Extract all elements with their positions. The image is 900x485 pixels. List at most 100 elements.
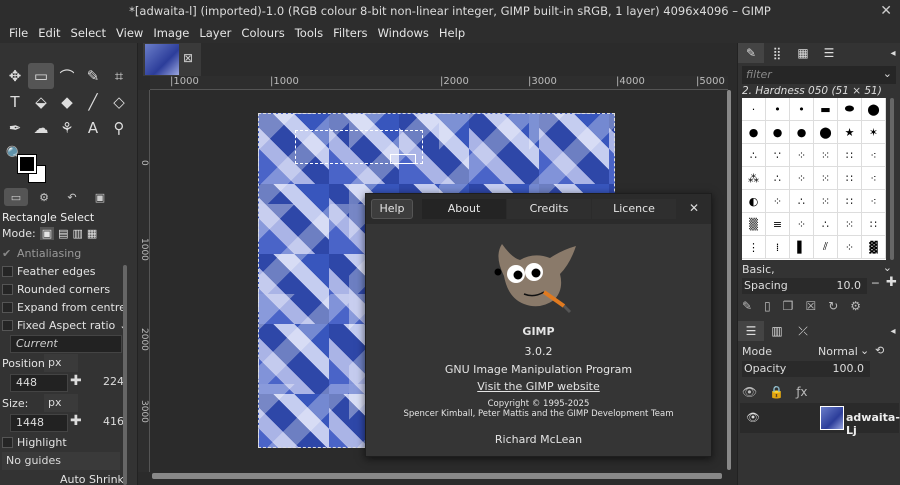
menu-edit[interactable]: Edit [33, 23, 65, 43]
tab-credits[interactable]: Credits [507, 199, 591, 219]
brush-swatch[interactable]: ▓ [862, 236, 886, 259]
opacity-slider[interactable]: Opacity 100.0 [742, 361, 870, 377]
layer-mode-select[interactable]: Normal [818, 345, 858, 358]
guides-select[interactable]: No guides [2, 452, 120, 470]
expand-centre-row[interactable]: Expand from centre [2, 301, 126, 314]
bucket-fill-tool-icon[interactable]: ◆ [54, 89, 80, 115]
feather-edges-row[interactable]: Feather edges [2, 265, 96, 278]
brush-swatch[interactable]: ★ [838, 121, 862, 144]
new-brush-icon[interactable]: ▯ [764, 299, 771, 313]
delete-brush-icon[interactable]: ☒ [805, 299, 816, 313]
refresh-brushes-icon[interactable]: ↻ [828, 299, 838, 313]
brush-swatch[interactable]: ▒ [742, 213, 766, 236]
vertical-scrollbar[interactable] [726, 90, 732, 470]
expand-centre-checkbox[interactable] [2, 302, 13, 313]
images-tab-icon[interactable]: ▣ [88, 188, 112, 206]
aspect-current-field[interactable]: Current [10, 335, 122, 353]
paths-tool-icon[interactable]: ⚘ [54, 115, 80, 141]
window-close-icon[interactable]: ✕ [880, 0, 892, 23]
image-tab[interactable]: ⊠ [143, 43, 201, 76]
highlight-row[interactable]: Highlight [2, 436, 67, 449]
image-tab-close-icon[interactable]: ⊠ [183, 51, 193, 65]
device-status-tab-icon[interactable]: ⚙ [32, 188, 56, 206]
layer-row[interactable]: 👁 adwaita-Lj [740, 403, 900, 437]
menu-file[interactable]: File [4, 23, 33, 43]
help-button[interactable]: Help [371, 199, 413, 219]
rect-select-tool-icon[interactable]: ▭ [28, 63, 54, 89]
brush-swatch[interactable]: ∴ [742, 144, 766, 167]
brush-swatch[interactable]: ⬬ [838, 98, 862, 121]
fg-bg-colors[interactable] [17, 154, 58, 191]
lasso-tool-icon[interactable]: ⌒ [54, 63, 80, 89]
brush-swatch[interactable]: ⁖ [862, 144, 886, 167]
brush-swatch[interactable]: ∷ [862, 213, 886, 236]
brush-swatch[interactable]: ● [790, 121, 814, 144]
tab-licence[interactable]: Licence [592, 199, 676, 219]
lock-icon[interactable]: 🔒 [769, 385, 784, 399]
brush-swatch[interactable]: ▌ [790, 236, 814, 259]
size-w-field[interactable]: 1448 [10, 414, 68, 432]
brush-swatch[interactable]: ⁘ [838, 236, 862, 259]
document-history-tab-icon[interactable]: ☰ [816, 43, 842, 63]
duplicate-brush-icon[interactable]: ❐ [783, 299, 794, 313]
channels-tab-icon[interactable]: ▥ [764, 321, 790, 341]
chevron-down-icon[interactable]: ⌄ [883, 261, 892, 274]
menu-select[interactable]: Select [66, 23, 111, 43]
edit-brush-icon[interactable]: ✎ [742, 299, 752, 313]
fixed-aspect-row[interactable]: Fixed Aspect ratio ⌄ [2, 319, 128, 332]
smudge-tool-icon[interactable]: ☁ [28, 115, 54, 141]
brush-settings-icon[interactable]: ⚙ [850, 299, 861, 313]
fuzzy-select-tool-icon[interactable]: ✎ [80, 63, 106, 89]
layer-visibility-icon[interactable]: 👁 [746, 411, 760, 424]
brush-swatch[interactable]: ⁘ [790, 213, 814, 236]
menu-windows[interactable]: Windows [373, 23, 434, 43]
text-tool-icon[interactable]: A [80, 115, 106, 141]
brushes-tab-icon[interactable]: ✎ [738, 43, 764, 63]
brush-swatch[interactable]: ● [766, 121, 790, 144]
brush-swatch[interactable]: ⁖ [862, 167, 886, 190]
menu-view[interactable]: View [111, 23, 148, 43]
menu-help[interactable]: Help [434, 23, 470, 43]
highlight-checkbox[interactable] [2, 437, 13, 448]
fonts-tab-icon[interactable]: ▦ [790, 43, 816, 63]
website-link[interactable]: Visit the GIMP website [477, 380, 600, 393]
horizontal-scrollbar[interactable] [152, 473, 722, 479]
size-h-field[interactable]: 416 [98, 414, 124, 432]
spacing-slider[interactable]: Spacing 10.0 [742, 278, 867, 294]
fixed-aspect-checkbox[interactable] [2, 320, 13, 331]
size-unit-select[interactable]: px [44, 394, 78, 412]
position-x-field[interactable]: 448 [10, 374, 68, 392]
brush-swatch[interactable]: ⁖ [862, 190, 886, 213]
minus-icon[interactable]: ━ [872, 277, 879, 290]
feather-edges-checkbox[interactable] [2, 266, 13, 277]
tool-options-tab-icon[interactable]: ▭ [4, 188, 28, 206]
foreground-color-swatch[interactable] [17, 154, 37, 174]
brush-swatch[interactable]: ⁂ [742, 167, 766, 190]
paths-tab-icon[interactable]: ⤫ [790, 321, 816, 341]
brush-swatch[interactable]: ✶ [862, 121, 886, 144]
menu-layer[interactable]: Layer [194, 23, 236, 43]
mode-add-icon[interactable]: ▤ [58, 227, 68, 240]
chevron-down-icon[interactable]: ⌄ [860, 344, 869, 357]
mode-intersect-icon[interactable]: ▦ [87, 227, 97, 240]
brush-swatch[interactable]: ⁙ [814, 167, 838, 190]
clone-tool-icon[interactable]: ✒ [2, 115, 28, 141]
brush-swatch[interactable]: ⁘ [766, 190, 790, 213]
move-tool-icon[interactable]: ✥ [2, 63, 28, 89]
brush-swatch[interactable]: ⁙ [814, 190, 838, 213]
brush-swatch[interactable]: ⋮ [742, 236, 766, 259]
brush-swatch[interactable]: · [742, 98, 766, 121]
menu-filters[interactable]: Filters [328, 23, 372, 43]
color-picker-tool-icon[interactable]: ⚲ [106, 115, 132, 141]
brush-swatch[interactable]: ⁘ [790, 167, 814, 190]
brush-swatch[interactable]: ⬤ [862, 98, 886, 121]
brush-swatch[interactable]: ⁙ [814, 144, 838, 167]
mode-subtract-icon[interactable]: ▥ [73, 227, 83, 240]
layer-name[interactable]: adwaita-Lj [846, 411, 900, 437]
dock-config-icon[interactable]: ◂ [885, 321, 900, 341]
selection-handle[interactable] [390, 154, 416, 164]
brush-set-label[interactable]: Basic, [742, 263, 775, 276]
brush-swatch[interactable]: ⫽ [814, 236, 838, 259]
brush-swatch[interactable]: ∷ [838, 167, 862, 190]
eraser-tool-icon[interactable]: ◇ [106, 89, 132, 115]
